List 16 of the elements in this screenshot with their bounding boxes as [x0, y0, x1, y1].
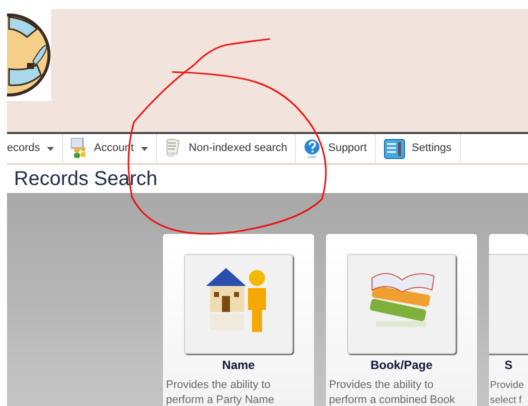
scroll-icon	[164, 138, 182, 160]
card-description: Provides the ability to perform a Party Name	[165, 378, 274, 406]
card-title: S	[504, 357, 512, 373]
nav-menu-item[interactable]: Settings	[376, 134, 461, 163]
people-icon	[71, 138, 88, 160]
nav-menu-item[interactable]: ecords	[7, 134, 64, 163]
nav-menu-item[interactable]: Support	[296, 134, 376, 163]
card-title: Book/Page	[370, 357, 432, 373]
nav-menu-item[interactable]: Non-indexed search	[156, 134, 296, 163]
card-description: Provides the ability to perform a combined Book	[328, 378, 455, 406]
help-icon	[304, 138, 322, 158]
card-title: Name	[222, 357, 255, 373]
logo-icon	[7, 9, 51, 101]
settings-icon	[384, 138, 405, 158]
search-option-button[interactable]	[184, 254, 293, 354]
card-description: Provide select f	[489, 379, 524, 406]
